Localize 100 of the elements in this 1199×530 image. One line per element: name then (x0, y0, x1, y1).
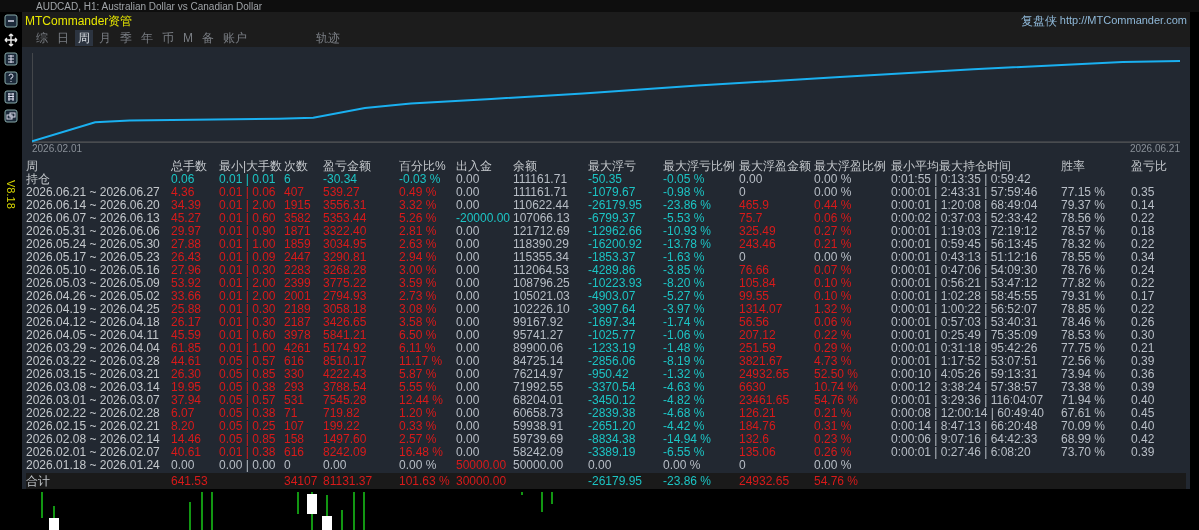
table-cell-text: 78.53 % (1061, 329, 1107, 342)
table-cell-text: -4.63 % (663, 381, 706, 394)
row-label: 2026.05.17 ~ 2026.05.23 (26, 251, 161, 264)
tab[interactable]: M (180, 30, 196, 46)
table-cell-text: 0.34 (1131, 251, 1156, 264)
table-cell-text: 0.00 (456, 368, 481, 381)
candlestick (541, 492, 543, 513)
table-cell-text: 76.66 (739, 264, 771, 277)
tab[interactable]: 周 (75, 30, 93, 46)
tab[interactable]: 季 (117, 30, 135, 46)
grid-icon[interactable] (4, 90, 18, 104)
table-cell-text: 0.00 (456, 186, 481, 199)
minimize-icon[interactable] (4, 14, 18, 28)
windows-icon[interactable] (4, 109, 18, 123)
table-cell-text: 6.07 (171, 407, 196, 420)
table-cell-text: 3788.54 (323, 381, 368, 394)
table-cell-text: 0.06 (171, 173, 196, 186)
table-cell-text: 3775.22 (323, 277, 368, 290)
tab[interactable]: 轨迹 (313, 30, 343, 46)
table-cell-text: -1025.77 (588, 329, 637, 342)
table-cell-text: 0.00 (456, 407, 481, 420)
table-cell-text: 2.57 % (399, 433, 438, 446)
candlestick (297, 492, 299, 515)
tab[interactable]: 账户 (220, 30, 250, 46)
table-cell-text: 641.53 (171, 473, 209, 489)
table-cell-text: 56.56 (739, 316, 771, 329)
table-cell-text: -1.48 % (663, 342, 706, 355)
table-cell-text: 616 (284, 446, 306, 459)
table-cell-text: 0.05 | 0.25 (219, 420, 277, 433)
clear-icon[interactable] (4, 52, 18, 66)
table-cell-text: 61.85 (171, 342, 203, 355)
window-title: AUDCAD, H1: Australian Dollar vs Canadian Dollar (36, 0, 263, 12)
table-cell-text: -3997.64 (588, 303, 637, 316)
table-cell-text: 0.00 (456, 199, 481, 212)
table-cell-text: -3370.54 (588, 381, 637, 394)
table-cell-text: 2.81 % (399, 225, 438, 238)
table-cell-text: 111161.71 (513, 186, 569, 199)
table-cell-text: 34.39 (171, 199, 203, 212)
table-cell-text: 1314.07 (739, 303, 784, 316)
tab[interactable]: 年 (138, 30, 156, 46)
table-cell-text: 107 (284, 420, 306, 433)
table-cell-text: 293 (284, 381, 306, 394)
table-cell-text: 0.00 (456, 329, 481, 342)
table-cell-text: 8242.09 (323, 446, 368, 459)
table-cell-text: 0.01 | 1.00 (219, 342, 277, 355)
table-cell-text: 3.32 % (399, 199, 438, 212)
table-cell-text: 531 (284, 394, 306, 407)
table-cell-text: 78.76 % (1061, 264, 1107, 277)
table-cell-text: 0.10 % (814, 290, 853, 303)
table-cell-text: 207.12 (739, 329, 777, 342)
table-cell-text: 6630 (739, 381, 767, 394)
table-cell-text: 70.09 % (1061, 420, 1107, 433)
table-cell-text: 0.29 % (814, 342, 853, 355)
table-cell-text: -3.85 % (663, 264, 706, 277)
table-cell-text: -26179.95 (588, 199, 644, 212)
column-header: 次数 (284, 160, 309, 173)
table-cell-text: 59739.69 (513, 433, 565, 446)
table-cell-text: 0.17 (1131, 290, 1156, 303)
move-icon[interactable] (4, 33, 18, 47)
column-header: 百分比% (399, 160, 447, 173)
tab[interactable]: 日 (54, 30, 72, 46)
table-cell-text: 24932.65 (739, 368, 791, 381)
table-cell-text: 0.01 | 2.00 (219, 199, 277, 212)
tab[interactable]: 备 (199, 30, 217, 46)
table-cell-text: 27.88 (171, 238, 203, 251)
table-cell-text: 616 (284, 355, 306, 368)
table-cell-text: 0.26 % (814, 446, 853, 459)
table-cell-text: -3389.19 (588, 446, 637, 459)
table-cell-text: 53.92 (171, 277, 203, 290)
column-header: 盈亏比 (1131, 160, 1168, 173)
table-cell-text: 26.17 (171, 316, 203, 329)
table-cell-text: 0.00 (171, 459, 196, 472)
table-cell-text: 0.39 (1131, 355, 1156, 368)
tab[interactable]: 月 (96, 30, 114, 46)
table-cell-text: 72.56 % (1061, 355, 1107, 368)
candlestick (201, 492, 203, 530)
table-cell-text: 0.00 (456, 238, 481, 251)
table-cell-text: 0.07 % (814, 264, 853, 277)
table-cell-text: 2283 (284, 264, 312, 277)
candlestick (211, 492, 213, 530)
table-cell-text: 0:00:01 | 1:20:08 | 68:49:04 (891, 199, 1039, 212)
table-cell-text: 99.55 (739, 290, 771, 303)
row-label: 2026.06.14 ~ 2026.06.20 (26, 199, 161, 212)
table-cell-text: 5174.92 (323, 342, 368, 355)
table-cell-text: 121712.69 (513, 225, 571, 238)
table-cell-text: 0.01 | 0.38 (219, 446, 277, 459)
table-cell-text: 0.00 % (399, 459, 438, 472)
table-cell-text: 26.30 (171, 368, 203, 381)
table-cell-text: 251.59 (739, 342, 777, 355)
table-cell-text: 8510.17 (323, 355, 368, 368)
table-cell-text: 0.39 (1131, 446, 1156, 459)
tab[interactable]: 综 (33, 30, 51, 46)
table-cell-text: 184.76 (739, 420, 777, 433)
site-link[interactable]: http://MTCommander.com (1059, 12, 1187, 29)
tab[interactable]: 币 (159, 30, 177, 46)
table-cell-text: 2794.93 (323, 290, 368, 303)
table-cell-text: 0.21 (1131, 342, 1156, 355)
table-cell-text: 0.00 (456, 433, 481, 446)
help-icon[interactable] (4, 71, 18, 85)
table-cell-text: 108796.25 (513, 277, 571, 290)
